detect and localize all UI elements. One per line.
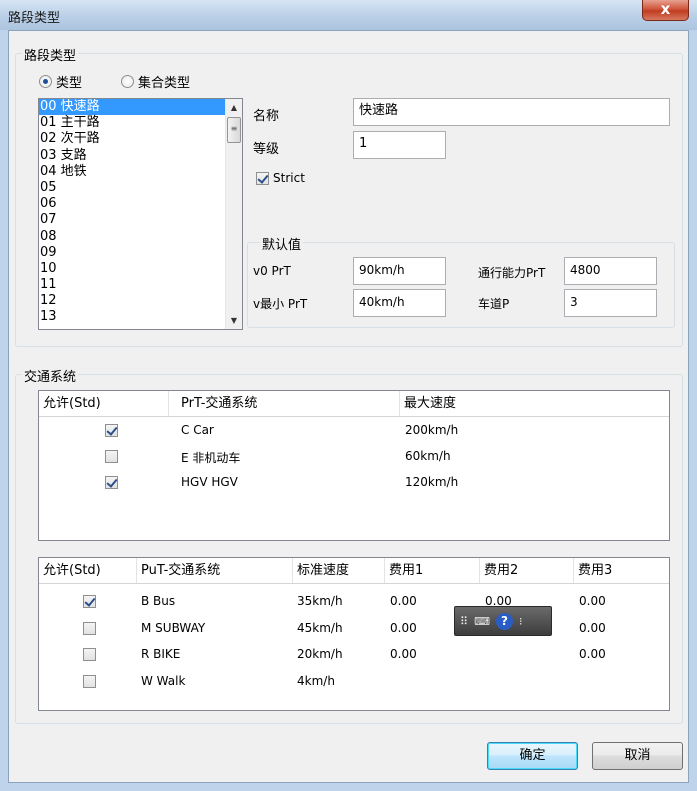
put-std-speed: 45km/h (297, 620, 343, 635)
prt-allowed-checkbox[interactable] (105, 450, 118, 463)
put-header-cost2[interactable]: 费用2 (480, 558, 574, 583)
put-header-row: 允许(Std) PuT-交通系统 标准速度 费用1 费用2 费用3 (39, 558, 669, 584)
list-item[interactable]: 00 快速路 (39, 99, 227, 116)
put-tsys-table[interactable]: 允许(Std) PuT-交通系统 标准速度 费用1 费用2 费用3 B Bus 3… (38, 557, 670, 711)
v0-label: v0 PrT (253, 264, 291, 278)
put-std-speed: 4km/h (297, 673, 335, 688)
prt-header-row: 允许(Std) PrT-交通系统 最大速度 (39, 391, 669, 417)
put-header-speed[interactable]: 标准速度 (293, 558, 385, 583)
put-std-speed: 35km/h (297, 594, 343, 608)
prt-max-speed: 120km/h (405, 475, 459, 489)
name-label: 名称 (253, 109, 280, 124)
radio-set-label: 集合类型 (138, 76, 191, 91)
keyboard-icon[interactable]: ⌨ (474, 615, 490, 628)
strict-checkbox[interactable] (256, 172, 269, 185)
help-icon[interactable]: ? (495, 612, 513, 630)
put-tsys-name: R BIKE (141, 647, 181, 661)
put-header-cost1[interactable]: 费用1 (385, 558, 480, 583)
put-tsys-name: B Bus (141, 594, 176, 608)
prt-max-speed: 60km/h (405, 449, 451, 463)
list-item[interactable]: 04 地铁 (39, 164, 227, 180)
prt-tsys-table[interactable]: 允许(Std) PrT-交通系统 最大速度 C Car 200km/h E 非机动车… (38, 390, 670, 541)
put-tsys-name: W Walk (141, 673, 186, 688)
radio-type-indicator (39, 75, 52, 88)
defaults-group-label: 默认值 (260, 234, 304, 253)
prt-header-maxspeed[interactable]: 最大速度 (400, 391, 669, 416)
vmin-label: v最小 PrT (253, 297, 308, 311)
tsys-group-label: 交通系统 (22, 366, 79, 385)
prt-header-tsys[interactable]: PrT-交通系统 (177, 391, 400, 416)
list-item[interactable]: 06 (39, 196, 227, 212)
put-allowed-checkbox[interactable] (83, 648, 96, 661)
prt-max-speed: 200km/h (405, 423, 459, 437)
put-tsys-name: M SUBWAY (141, 620, 206, 635)
put-cost1: 0.00 (390, 594, 417, 608)
floating-toolbar[interactable]: ⠿ ⌨ ? ⁝ (454, 606, 552, 636)
list-item[interactable]: 03 支路 (39, 148, 227, 164)
link-type-listbox[interactable]: 00 快速路 01 主干路 02 次干路 03 支路 04 地铁 05 06 07 08 09 10… (38, 98, 243, 330)
lanes-label: 车道P (478, 297, 510, 311)
prt-tsys-name: E 非机动车 (181, 451, 241, 465)
list-item[interactable]: 12 (39, 293, 227, 309)
rank-label: 等级 (253, 142, 280, 157)
title-bar[interactable]: 路段类型 x (0, 0, 697, 30)
radio-set-indicator (121, 75, 134, 88)
put-cost3: 0.00 (579, 620, 606, 635)
rank-field[interactable]: 1 (353, 131, 446, 159)
cancel-button[interactable]: 取消 (592, 742, 683, 770)
name-field[interactable]: 快速路 (353, 98, 670, 126)
prt-tsys-name: HGV HGV (181, 475, 238, 489)
put-cost1: 0.00 (390, 620, 417, 635)
listbox-scrollbar[interactable]: ▲ ≡ ▼ (225, 99, 242, 329)
close-button[interactable]: x (642, 0, 689, 21)
v0-field[interactable]: 90km/h (353, 257, 446, 285)
ok-button[interactable]: 确定 (487, 742, 578, 770)
put-header-tsys[interactable]: PuT-交通系统 (137, 558, 293, 583)
put-header-allowed[interactable]: 允许(Std) (39, 558, 137, 583)
list-item[interactable]: 10 (39, 261, 227, 277)
put-allowed-checkbox[interactable] (83, 595, 96, 608)
prt-allowed-checkbox[interactable] (105, 476, 118, 489)
capacity-label: 通行能力PrT (478, 266, 546, 280)
list-item[interactable]: 05 (39, 180, 227, 196)
lanes-field[interactable]: 3 (564, 289, 657, 317)
vmin-field[interactable]: 40km/h (353, 289, 446, 317)
put-allowed-checkbox[interactable] (83, 674, 96, 688)
list-item[interactable]: 02 次干路 (39, 131, 227, 147)
prt-header-allowed[interactable]: 允许(Std) (39, 391, 169, 416)
window-title: 路段类型 (8, 11, 61, 26)
put-header-cost3[interactable]: 费用3 (574, 558, 669, 583)
put-cost1: 0.00 (390, 647, 417, 661)
strict-label: Strict (273, 171, 305, 185)
list-item[interactable]: 01 主干路 (39, 115, 227, 131)
dialog-client: 路段类型 类型 集合类型 00 快速路 01 主干路 02 次干路 03 支路 04 地… (8, 30, 689, 783)
list-item[interactable]: 11 (39, 277, 227, 293)
put-allowed-checkbox[interactable] (83, 621, 96, 635)
link-types-group-label: 路段类型 (22, 45, 79, 64)
radio-set[interactable]: 集合类型 (121, 72, 190, 91)
list-item[interactable]: 07 (39, 212, 227, 228)
prt-tsys-name: C Car (181, 423, 214, 437)
put-cost3: 0.00 (579, 594, 606, 608)
options-icon[interactable]: ⁝ (519, 615, 523, 628)
put-std-speed: 20km/h (297, 647, 343, 661)
list-item[interactable]: 09 (39, 245, 227, 261)
radio-type[interactable]: 类型 (39, 72, 82, 91)
scroll-thumb[interactable]: ≡ (227, 117, 241, 143)
dialog-window: 路段类型 x 路段类型 类型 集合类型 00 快速路 01 主干路 02 次干路 03… (0, 0, 697, 791)
scroll-up-icon[interactable]: ▲ (226, 99, 242, 116)
radio-type-label: 类型 (56, 76, 83, 91)
scroll-down-icon[interactable]: ▼ (226, 312, 242, 329)
capacity-field[interactable]: 4800 (564, 257, 657, 285)
link-type-list: 00 快速路 01 主干路 02 次干路 03 支路 04 地铁 05 06 07 08 09 10… (39, 99, 227, 326)
list-item[interactable]: 08 (39, 229, 227, 245)
grip-icon[interactable]: ⠿ (460, 615, 468, 628)
list-item[interactable]: 13 (39, 309, 227, 325)
prt-allowed-checkbox[interactable] (105, 424, 118, 437)
put-cost3: 0.00 (579, 647, 606, 661)
